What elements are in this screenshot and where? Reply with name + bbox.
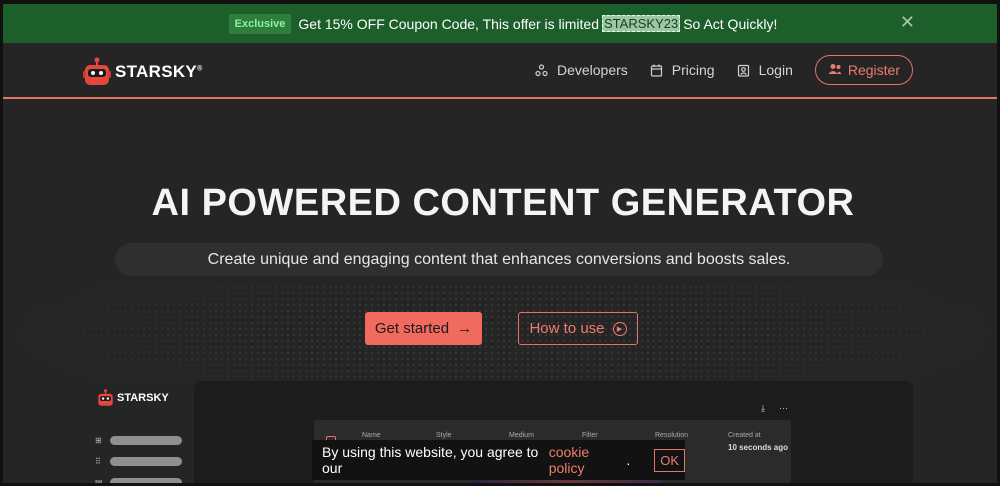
apps-icon: ⠿: [95, 456, 101, 466]
register-button[interactable]: Register: [814, 55, 913, 85]
pricing-icon: [650, 63, 664, 77]
hero-subtitle: Create unique and engaging content that …: [115, 243, 883, 276]
users-icon: [828, 63, 842, 78]
cookie-ok-button[interactable]: OK: [654, 448, 685, 472]
nav-developers[interactable]: Developers: [535, 62, 628, 78]
page: Exclusive Get 15% OFF Coupon Code, This …: [0, 0, 1000, 486]
preview-toolbar: ⤓ ···: [747, 403, 788, 414]
column-created-at: Created at 10 seconds ago: [728, 432, 789, 452]
brand-name: STARSKY®: [115, 62, 203, 81]
how-to-use-label: How to use: [529, 320, 605, 337]
close-icon[interactable]: ✕: [900, 13, 915, 31]
nav-login-label: Login: [758, 62, 793, 78]
placeholder-bar: [110, 456, 182, 466]
placeholder-bar: [110, 477, 182, 483]
main-nav: Developers Pricing Login Register: [513, 55, 913, 85]
preview-sidebar: STARSKY ⊞ ⠿ ▤: [81, 381, 193, 486]
login-icon: [737, 63, 751, 77]
list-icon: ▤: [95, 477, 103, 486]
preview-nav-item: ⠿: [95, 456, 185, 466]
promo-text-end: So Act Quickly!: [683, 15, 778, 32]
get-started-button[interactable]: Get started →: [365, 312, 482, 345]
site-header: STARSKY® Developers Pricing Login Regist…: [3, 43, 997, 99]
cookie-text-end: .: [626, 452, 631, 468]
register-label: Register: [847, 62, 900, 78]
cookie-policy-link[interactable]: cookie policy: [549, 444, 624, 476]
preview-nav-item: ▤: [95, 477, 185, 486]
robot-logo-icon: [98, 389, 113, 406]
robot-logo-icon: [83, 57, 111, 85]
nav-pricing[interactable]: Pricing: [650, 62, 715, 78]
coupon-code[interactable]: STARSKY23: [602, 15, 681, 32]
exclusive-badge: Exclusive: [228, 13, 292, 34]
preview-brand-logo: STARSKY: [97, 389, 169, 407]
nav-pricing-label: Pricing: [671, 62, 715, 78]
nav-developers-label: Developers: [556, 62, 628, 78]
brand-logo[interactable]: STARSKY®: [83, 57, 203, 87]
get-started-label: Get started: [374, 320, 450, 337]
arrow-right-icon: →: [457, 320, 473, 337]
preview-brand-name: STARSKY: [117, 392, 169, 404]
promo-text: Get 15% OFF Coupon Code, This offer is l…: [298, 15, 600, 32]
promo-bar: Exclusive Get 15% OFF Coupon Code, This …: [3, 4, 997, 43]
preview-nav-item: ⊞: [95, 435, 185, 445]
hero-title: AI POWERED CONTENT GENERATOR: [151, 182, 855, 224]
grid-icon: ⊞: [95, 435, 102, 445]
developers-icon: [535, 63, 549, 77]
how-to-use-button[interactable]: How to use ▶: [518, 312, 638, 345]
more-icon: ···: [779, 403, 788, 413]
placeholder-bar: [110, 435, 182, 445]
cookie-banner: By using this website, you agree to our …: [312, 440, 685, 480]
cookie-text: By using this website, you agree to our: [322, 444, 539, 476]
download-icon: ⤓: [761, 403, 765, 413]
nav-login[interactable]: Login: [737, 62, 793, 78]
play-icon: ▶: [612, 321, 627, 336]
